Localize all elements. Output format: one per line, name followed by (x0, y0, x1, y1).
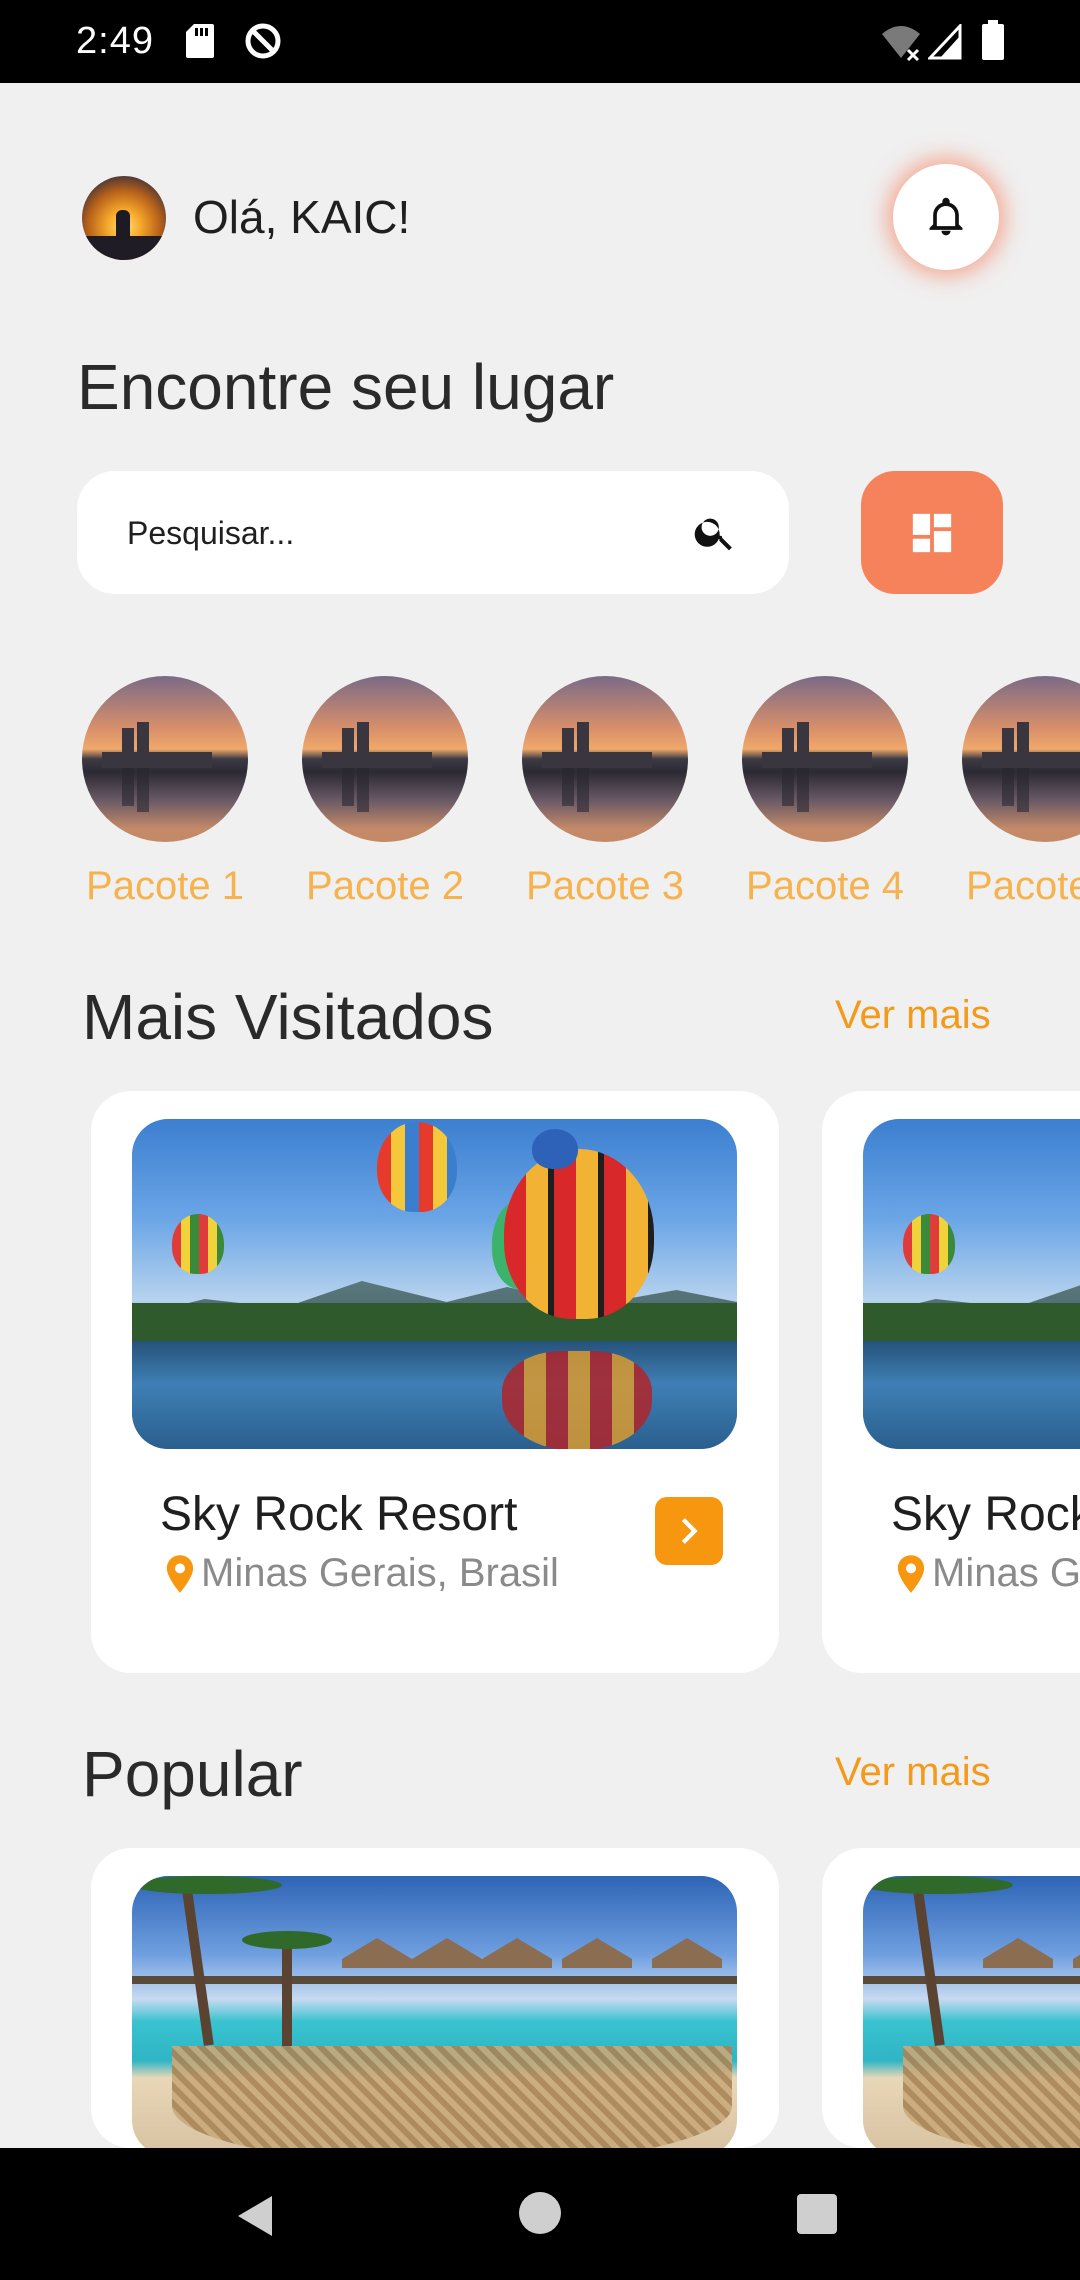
place-image (132, 1876, 737, 2148)
place-card[interactable] (91, 1848, 779, 2148)
place-card[interactable] (822, 1848, 1080, 2148)
place-location-text: Minas Gerais, Brasil (201, 1551, 559, 1595)
popular-see-more[interactable]: Ver mais (835, 1750, 991, 1795)
chevron-right-icon (681, 1518, 698, 1544)
search-bar[interactable] (77, 471, 789, 594)
status-bar: 2:49 (0, 0, 1080, 83)
package-item[interactable]: Pacote 2 (300, 676, 470, 909)
package-label: Pacote 2 (306, 864, 464, 908)
open-place-button[interactable] (655, 1497, 723, 1565)
popular-title: Popular (82, 1738, 303, 1810)
package-image (742, 676, 908, 842)
package-image (522, 676, 688, 842)
place-image (132, 1119, 737, 1449)
package-item[interactable]: Pacote 4 (740, 676, 910, 909)
sd-card-icon (186, 24, 214, 58)
place-location: Minas Gerais, Brasil (165, 1551, 559, 1596)
home-icon[interactable] (519, 2192, 561, 2234)
package-label: Pacote 1 (86, 864, 244, 908)
place-image (863, 1119, 1080, 1449)
dashboard-button[interactable] (861, 471, 1003, 594)
place-card[interactable]: Sky Rock Resort Minas Gerais, Brasil (822, 1091, 1080, 1673)
status-time: 2:49 (76, 20, 154, 62)
place-card[interactable]: Sky Rock Resort Minas Gerais, Brasil (91, 1091, 779, 1673)
navigation-bar (0, 2148, 1080, 2280)
place-name: Sky Rock Resort (160, 1488, 518, 1541)
package-label: Pacote 5 (966, 864, 1080, 908)
signal-icon (928, 24, 962, 60)
place-image (863, 1876, 1080, 2148)
sync-icon (245, 23, 281, 59)
dashboard-grid-icon (912, 513, 952, 552)
package-label: Pacote 4 (746, 864, 904, 908)
package-item[interactable]: Pacote 1 (80, 676, 250, 909)
battery-icon (982, 20, 1004, 60)
place-location: Minas Gerais, Brasil (896, 1551, 1080, 1596)
package-item[interactable]: Pacote 5 (960, 676, 1080, 909)
back-icon[interactable] (232, 2192, 280, 2240)
bell-icon (929, 197, 963, 236)
place-location-text: Minas Gerais, Brasil (932, 1551, 1080, 1595)
package-image (82, 676, 248, 842)
page-title: Encontre seu lugar (77, 351, 615, 423)
most-visited-see-more[interactable]: Ver mais (835, 993, 991, 1038)
most-visited-title: Mais Visitados (82, 981, 494, 1053)
package-image (302, 676, 468, 842)
package-label: Pacote 3 (526, 864, 684, 908)
notifications-button[interactable] (893, 164, 999, 270)
avatar-figure (116, 210, 130, 240)
wifi-off-icon (882, 26, 920, 62)
place-name: Sky Rock Resort (891, 1488, 1080, 1541)
search-icon[interactable] (692, 509, 738, 555)
package-item[interactable]: Pacote 3 (520, 676, 690, 909)
search-input[interactable] (127, 507, 647, 559)
recent-apps-icon[interactable] (797, 2194, 837, 2234)
package-image (962, 676, 1080, 842)
packages-carousel[interactable]: Pacote 1 Pacote 2 Pacote 3 Pacote 4 Paco… (0, 676, 1080, 926)
location-pin-icon (897, 1554, 925, 1593)
greeting-text: Olá, KAIC! (193, 191, 411, 243)
location-pin-icon (166, 1554, 194, 1593)
avatar[interactable] (82, 176, 166, 260)
